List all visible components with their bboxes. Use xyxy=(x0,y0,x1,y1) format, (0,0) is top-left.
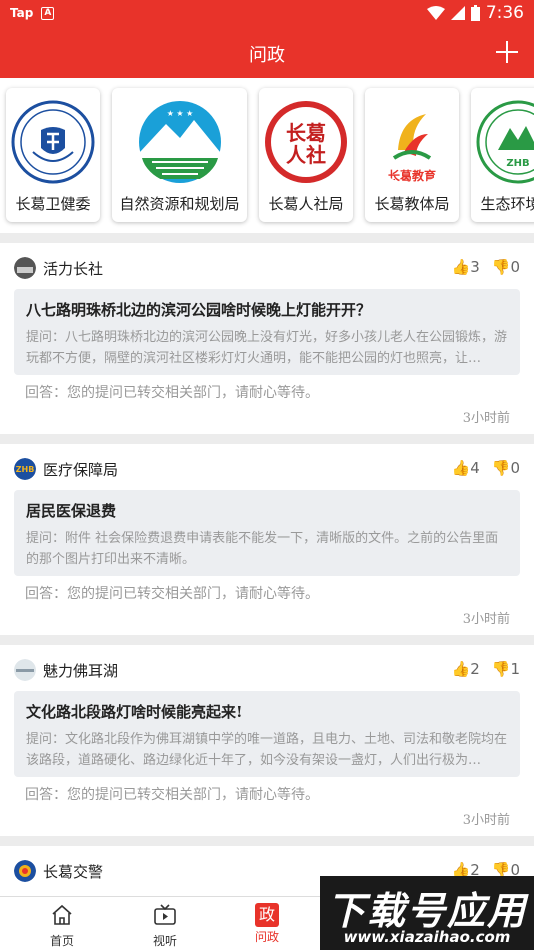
tab-home[interactable]: 首页 xyxy=(32,903,92,949)
department-name: 长葛教体局 xyxy=(374,195,450,213)
department-name: 长葛人社局 xyxy=(268,195,344,213)
natural-resources-emblem-icon: ★ ★ ★ xyxy=(138,101,221,183)
wifi-icon xyxy=(426,6,445,20)
health-commission-emblem-icon xyxy=(11,100,95,184)
divider xyxy=(0,635,534,645)
svg-text:人社: 人社 xyxy=(286,143,326,167)
department-name: 生态环境局 xyxy=(480,195,534,213)
svg-text:ZHB: ZHB xyxy=(506,158,529,169)
svg-text:ZHB: ZHB xyxy=(16,465,35,474)
signal-icon xyxy=(450,6,465,20)
like-count: 4 xyxy=(470,459,480,477)
answer-text: 回答：您的提问已转交相关部门，请耐心等待。 xyxy=(25,586,319,602)
tab-label: 问政 xyxy=(254,930,279,944)
dislike-count: 0 xyxy=(510,258,520,276)
svg-text:长葛: 长葛 xyxy=(286,121,326,145)
watermark-url: www.xiazaihao.com xyxy=(343,928,511,946)
department-name: 活力长社 xyxy=(43,260,104,278)
tab-video[interactable]: 视听 xyxy=(135,903,195,949)
tab-inquiry[interactable]: 政 问政 xyxy=(237,903,297,945)
dislike-count: 1 xyxy=(510,660,520,678)
add-question-button[interactable] xyxy=(494,39,520,65)
divider xyxy=(0,434,534,444)
question-title: 八七路明珠桥北边的滨河公园啥时候晚上灯能开开？ xyxy=(26,301,372,319)
status-bar: Tap A 7:36 xyxy=(0,0,534,28)
battery-icon xyxy=(470,5,480,21)
like-button[interactable]: 👍2 xyxy=(452,660,480,678)
dislike-button[interactable]: 👎0 xyxy=(492,258,520,276)
page-title: 问政 xyxy=(249,45,285,66)
svg-text:长葛教育: 长葛教育 xyxy=(388,168,436,183)
divider xyxy=(0,836,534,846)
department-name: 长葛交警 xyxy=(43,863,104,881)
like-button[interactable]: 👍4 xyxy=(452,459,480,477)
department-name: 魅力佛耳湖 xyxy=(43,662,119,680)
dislike-button[interactable]: 👎0 xyxy=(492,459,520,477)
education-bureau-emblem-icon: 长葛教育 xyxy=(388,114,436,183)
question-title: 文化路北段路灯啥时候能亮起来! xyxy=(26,703,243,721)
ecology-bureau-emblem-icon: ZHB xyxy=(476,100,534,184)
department-card[interactable]: ★ ★ ★ 自然资源和规划局 xyxy=(112,88,247,222)
department-name: 长葛卫健委 xyxy=(15,195,91,213)
svg-text:★ ★ ★: ★ ★ ★ xyxy=(166,109,193,118)
home-icon xyxy=(52,904,72,925)
like-count: 3 xyxy=(470,258,480,276)
answer-text: 回答：您的提问已转交相关部门，请耐心等待。 xyxy=(25,787,319,803)
question-title: 居民医保退费 xyxy=(26,502,117,520)
human-resources-emblem-icon: 长葛 人社 xyxy=(265,101,347,183)
department-card[interactable]: 长葛教育 长葛教体局 xyxy=(365,88,459,222)
divider xyxy=(0,233,534,243)
watermark-logo: 下载号应用 www.xiazaihao.com xyxy=(320,876,534,950)
post-time: 3小时前 xyxy=(462,612,510,627)
notification-icon: A xyxy=(41,6,55,20)
dislike-count: 0 xyxy=(510,459,520,477)
department-list: 长葛卫健委 ★ ★ ★ 自然资源和规划局 长葛 人社 长葛人社局 长葛教育 长葛… xyxy=(0,78,534,233)
post-time: 3小时前 xyxy=(462,411,510,426)
department-avatar-icon xyxy=(14,257,36,279)
department-name: 医疗保障局 xyxy=(43,461,119,479)
like-button[interactable]: 👍3 xyxy=(452,258,480,276)
tv-icon xyxy=(154,904,176,925)
like-count: 2 xyxy=(470,660,480,678)
department-card[interactable]: 长葛卫健委 xyxy=(6,88,100,222)
department-avatar-icon xyxy=(14,659,36,681)
post-time: 3小时前 xyxy=(462,813,510,828)
status-app-label: Tap xyxy=(10,6,34,20)
question-card[interactable]: 魅力佛耳湖 👍2 👎1 文化路北段路灯啥时候能亮起来! 提问：文化路北段作为佛耳… xyxy=(0,655,534,828)
zheng-badge-icon: 政 xyxy=(255,903,279,927)
question-card[interactable]: 活力长社 👍3 👎0 八七路明珠桥北边的滨河公园啥时候晚上灯能开开？ 提问：八七… xyxy=(0,253,534,426)
department-avatar-icon: ZHB xyxy=(14,458,36,480)
traffic-police-avatar-icon xyxy=(14,860,36,882)
department-name: 自然资源和规划局 xyxy=(119,195,240,213)
dislike-button[interactable]: 👎1 xyxy=(492,660,520,678)
question-body: 提问：八七路明珠桥北边的滨河公园晚上没有灯光，好多小孩儿老人在公园锻炼，游玩都不… xyxy=(26,330,508,366)
watermark-title: 下载号应用 xyxy=(326,889,527,933)
question-card[interactable]: ZHB 医疗保障局 👍4 👎0 居民医保退费 提问：附件 社会保险费退费申请表能… xyxy=(0,454,534,627)
top-bar: 问政 xyxy=(0,28,534,78)
tab-label: 首页 xyxy=(49,934,74,948)
status-time: 7:36 xyxy=(485,3,524,23)
question-body: 提问：附件 社会保险费退费申请表能不能发一下，清晰版的文件。之前的公告里面的那个… xyxy=(26,531,499,567)
answer-text: 回答：您的提问已转交相关部门，请耐心等待。 xyxy=(25,385,319,401)
department-card[interactable]: ZHB 生态环境局 xyxy=(471,88,534,222)
department-card[interactable]: 长葛 人社 长葛人社局 xyxy=(259,88,353,222)
question-body: 提问：文化路北段作为佛耳湖镇中学的唯一道路，且电力、土地、司法和敬老院均在该路段… xyxy=(26,732,508,768)
tab-label: 视听 xyxy=(152,934,177,948)
